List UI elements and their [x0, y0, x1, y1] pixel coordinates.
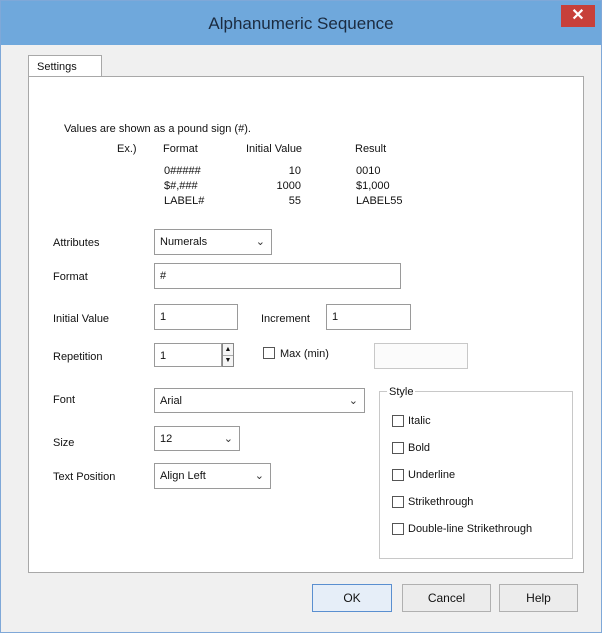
bold-checkbox[interactable]: [392, 442, 404, 454]
chevron-down-icon: ⌄: [255, 236, 265, 248]
underline-checkbox[interactable]: [392, 469, 404, 481]
chevron-down-icon: ⌄: [348, 395, 358, 407]
example-format: LABEL#: [164, 195, 205, 207]
help-button[interactable]: Help: [499, 584, 578, 612]
font-label: Font: [53, 394, 76, 406]
double-line-strikethrough-label: Double-line Strikethrough: [408, 523, 533, 535]
initial-value-label: Initial Value: [53, 313, 110, 325]
repetition-label: Repetition: [53, 351, 103, 363]
example-result: LABEL55: [356, 195, 403, 207]
initial-value-column-header: Initial Value: [246, 143, 303, 155]
chevron-down-icon: ⌄: [223, 433, 233, 445]
underline-label: Underline: [408, 469, 456, 481]
size-label: Size: [53, 437, 75, 449]
font-select[interactable]: Arial ⌄: [154, 388, 365, 413]
result-column-header: Result: [355, 143, 387, 155]
tab-settings[interactable]: Settings: [28, 55, 102, 77]
format-input[interactable]: #: [154, 263, 401, 289]
spin-down-icon[interactable]: ▼: [223, 355, 233, 366]
example-result: 0010: [356, 165, 381, 177]
window-title: Alphanumeric Sequence: [208, 14, 394, 33]
style-group-label: Style: [387, 386, 416, 398]
cancel-button[interactable]: Cancel: [402, 584, 491, 612]
dialog-window: Alphanumeric Sequence ✕ Settings Values …: [0, 0, 602, 633]
font-value: Arial: [160, 395, 183, 407]
increment-label: Increment: [261, 313, 310, 325]
strikethrough-checkbox[interactable]: [392, 496, 404, 508]
size-select[interactable]: 12 ⌄: [154, 426, 240, 451]
max-min-input[interactable]: [374, 343, 468, 369]
strikethrough-label: Strikethrough: [408, 496, 474, 508]
increment-input[interactable]: 1: [326, 304, 411, 330]
text-position-label: Text Position: [53, 471, 116, 483]
size-value: 12: [160, 433, 173, 445]
example-label: Ex.): [117, 143, 137, 155]
format-column-header: Format: [163, 143, 198, 155]
bold-label: Bold: [408, 442, 431, 454]
pound-sign-note: Values are shown as a pound sign (#).: [64, 123, 251, 135]
italic-checkbox[interactable]: [392, 415, 404, 427]
repetition-spinner[interactable]: ▲ ▼: [222, 343, 234, 367]
ok-button[interactable]: OK: [312, 584, 392, 612]
double-line-strikethrough-checkbox[interactable]: [392, 523, 404, 535]
attributes-select[interactable]: Numerals ⌄: [154, 229, 272, 255]
example-initial-value: 1000: [276, 180, 301, 192]
repetition-input[interactable]: 1: [154, 343, 222, 367]
text-position-select[interactable]: Align Left ⌄: [154, 463, 271, 489]
title-bar: Alphanumeric Sequence ✕: [1, 1, 601, 45]
italic-label: Italic: [408, 415, 431, 427]
format-label: Format: [53, 271, 88, 283]
max-min-label: Max (min): [280, 348, 329, 360]
example-result: $1,000: [356, 180, 390, 192]
close-icon[interactable]: ✕: [561, 5, 595, 27]
attributes-value: Numerals: [160, 236, 208, 248]
max-min-checkbox[interactable]: [263, 347, 275, 359]
chevron-down-icon: ⌄: [254, 470, 264, 482]
example-format: $#,###: [164, 180, 198, 192]
example-initial-value: 10: [288, 165, 301, 177]
text-position-value: Align Left: [160, 470, 206, 482]
example-initial-value: 55: [288, 195, 301, 207]
initial-value-input[interactable]: 1: [154, 304, 238, 330]
attributes-label: Attributes: [53, 237, 100, 249]
example-format: 0#####: [164, 165, 201, 177]
